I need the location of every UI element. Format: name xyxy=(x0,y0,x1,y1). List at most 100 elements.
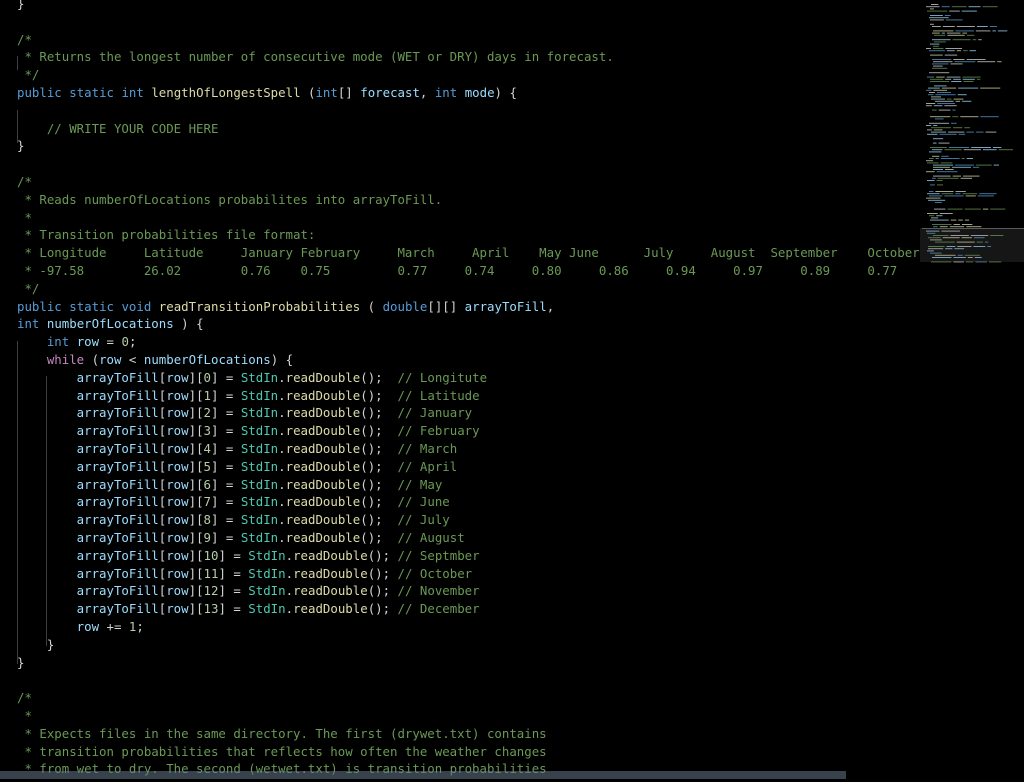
minimap-code-mark xyxy=(966,34,975,36)
code-token: . xyxy=(278,458,286,474)
minimap-code-mark xyxy=(926,103,936,104)
minimap-code-mark xyxy=(929,50,945,52)
minimap-code-mark xyxy=(926,197,941,199)
minimap-code-mark xyxy=(962,193,978,195)
code-token: */ xyxy=(17,67,40,83)
code-token: row xyxy=(166,547,189,563)
code-token: 0 xyxy=(121,334,129,350)
minimap-code-mark xyxy=(936,215,943,217)
minimap-code-mark xyxy=(955,191,966,192)
code-line: arrayToFill[row][6] = StdIn.readDouble()… xyxy=(17,476,443,494)
minimap-code-mark xyxy=(980,116,999,118)
code-line: arrayToFill[row][8] = StdIn.readDouble()… xyxy=(17,511,450,529)
minimap-code-mark xyxy=(938,109,951,111)
code-token: arrayToFill xyxy=(17,494,159,510)
code-token: < xyxy=(121,352,144,367)
minimap-code-mark xyxy=(930,219,949,221)
minimap-code-mark xyxy=(934,85,947,87)
code-token: readTransitionProbabilities xyxy=(158,298,361,314)
minimap-code-mark xyxy=(948,147,970,148)
code-token: // August xyxy=(397,530,465,545)
minimap-viewport-slider[interactable] xyxy=(920,228,1024,262)
minimap-code-mark xyxy=(951,6,967,8)
code-token: (); xyxy=(360,423,398,439)
code-token: * Transition probabilities file format: xyxy=(17,227,316,243)
minimap-code-mark xyxy=(932,59,952,60)
minimap-code-mark xyxy=(929,72,950,74)
code-token: arrayToFill xyxy=(17,512,159,528)
code-token: StdIn xyxy=(240,387,279,403)
code-token: */ xyxy=(17,280,40,296)
minimap-code-mark xyxy=(928,94,934,96)
minimap-code-mark xyxy=(992,30,996,32)
minimap-code-mark xyxy=(962,78,975,80)
minimap-code-mark xyxy=(997,61,1002,63)
minimap-code-mark xyxy=(964,127,970,129)
code-token: arrayToFill xyxy=(17,583,159,599)
code-token: // Septmber xyxy=(397,547,480,563)
minimap-code-mark xyxy=(927,193,940,195)
minimap-code-mark xyxy=(932,32,940,34)
code-token: [] xyxy=(337,85,361,100)
code-token: readDouble xyxy=(293,565,368,581)
minimap-code-mark xyxy=(929,92,935,93)
minimap-code-mark xyxy=(971,147,991,148)
code-token: ] = xyxy=(211,530,241,545)
minimap-code-mark xyxy=(933,125,938,126)
minimap-code-mark xyxy=(982,208,989,210)
minimap-code-mark xyxy=(998,149,1013,151)
code-line: } xyxy=(17,636,54,654)
minimap-code-mark xyxy=(972,39,977,41)
minimap-code-mark xyxy=(975,131,984,133)
minimap-code-mark xyxy=(960,116,979,118)
code-editor[interactable]: } /* * Returns the longest number of cons… xyxy=(0,0,920,779)
minimap-code-mark xyxy=(955,164,974,166)
code-token: readDouble xyxy=(285,494,361,510)
code-line: arrayToFill[row][1] = StdIn.readDouble()… xyxy=(17,387,480,405)
code-token: readDouble xyxy=(293,583,368,599)
minimap-code-mark xyxy=(930,184,935,186)
minimap-preview xyxy=(926,4,1013,263)
minimap-code-mark xyxy=(977,195,994,197)
code-token: [][] xyxy=(427,298,465,314)
minimap-code-mark xyxy=(926,6,940,8)
code-token: * xyxy=(17,209,32,225)
minimap-code-mark xyxy=(962,76,981,78)
minimap-code-mark xyxy=(964,219,970,221)
code-token: (); xyxy=(360,405,398,421)
code-token: readDouble xyxy=(293,601,368,617)
code-line: arrayToFill[row][2] = StdIn.readDouble()… xyxy=(17,404,472,422)
code-token: . xyxy=(285,547,294,563)
minimap-code-mark xyxy=(966,131,974,133)
minimap-code-mark xyxy=(929,191,934,192)
code-token: row xyxy=(166,512,189,528)
code-line: * Longitude Latitude January February Ma… xyxy=(17,244,920,262)
code-token: // January xyxy=(397,405,473,421)
code-line: } xyxy=(17,0,24,13)
code-token: (); xyxy=(360,369,398,385)
code-line: * -97.58 26.02 0.76 0.75 0.77 0.74 0.80 … xyxy=(17,262,920,280)
minimap-code-mark xyxy=(932,155,940,157)
code-token: ][ xyxy=(188,530,204,545)
code-token: /* xyxy=(17,690,32,706)
code-token: += xyxy=(99,619,129,634)
minimap[interactable] xyxy=(920,0,1024,779)
minimap-code-mark xyxy=(933,89,948,91)
minimap-code-mark xyxy=(976,78,981,80)
horizontal-scrollbar[interactable] xyxy=(0,771,846,779)
minimap-code-mark xyxy=(935,118,944,120)
code-token: . xyxy=(278,512,286,528)
minimap-code-mark xyxy=(958,133,966,135)
code-token: arrayToFill xyxy=(17,530,159,545)
minimap-code-mark xyxy=(939,213,953,214)
minimap-code-mark xyxy=(985,131,997,133)
code-token: ][ xyxy=(188,565,204,581)
minimap-code-mark xyxy=(928,199,946,201)
minimap-code-mark xyxy=(952,175,961,177)
minimap-code-mark xyxy=(955,100,961,102)
minimap-code-mark xyxy=(946,50,955,52)
minimap-code-mark xyxy=(941,32,945,34)
code-token: row xyxy=(99,352,122,367)
code-token: // October xyxy=(397,565,473,581)
minimap-code-mark xyxy=(932,39,951,41)
